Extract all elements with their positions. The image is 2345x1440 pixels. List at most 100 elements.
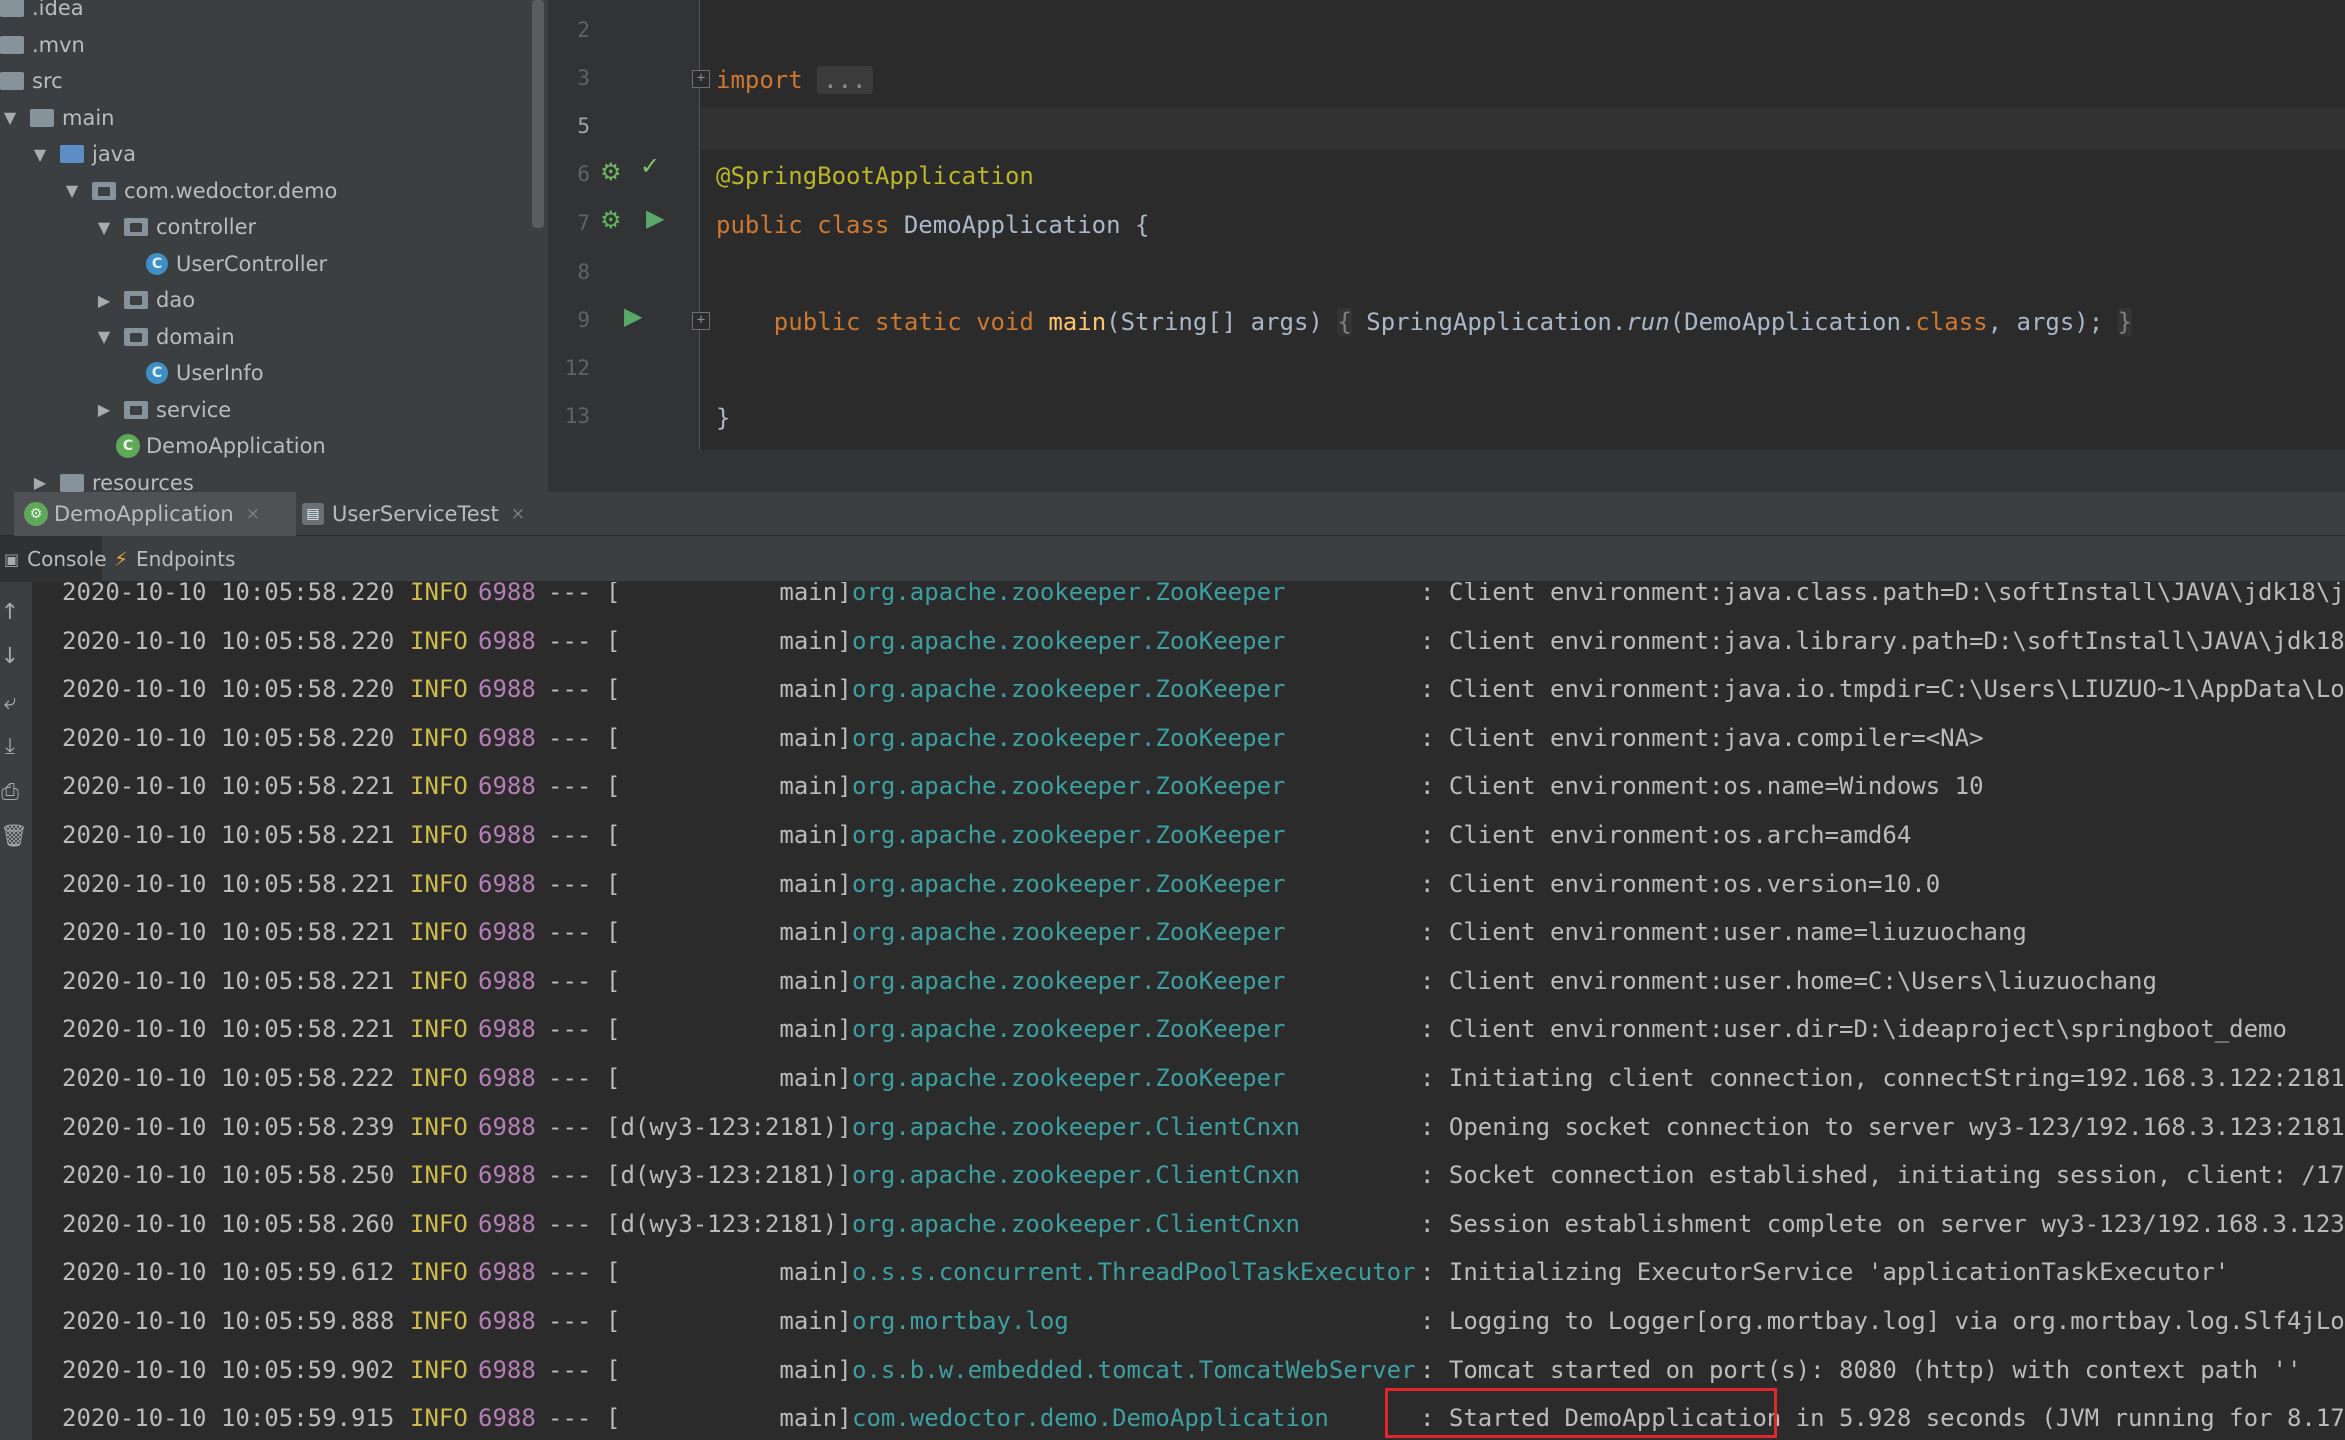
separator: ---: [548, 1161, 592, 1190]
timestamp: 2020-10-10 10:05:58.221: [62, 918, 395, 947]
tree-item[interactable]: ▼ domain: [94, 319, 235, 355]
tree-item[interactable]: ▼ controller: [94, 209, 256, 245]
logger-name: org.apache.zookeeper.ZooKeeper: [852, 821, 1286, 849]
tree-item-label: dao: [156, 288, 196, 312]
code-line-annotation[interactable]: @SpringBootApplication: [716, 158, 1034, 194]
line-number: 2: [577, 18, 590, 42]
chevron-down-icon[interactable]: ▼: [30, 145, 50, 164]
test-run-icon: ▤: [302, 503, 324, 525]
soft-wrap-icon[interactable]: ⤶: [0, 690, 20, 715]
chevron-right-icon[interactable]: ▶: [94, 291, 114, 310]
log-level: INFO: [410, 626, 468, 655]
log-level: INFO: [410, 1258, 468, 1287]
resources-folder-icon: [60, 473, 84, 492]
log-message: : Client environment:os.name=Windows 10: [1420, 772, 1984, 801]
line-number: 9: [577, 308, 590, 332]
tree-item[interactable]: C UserInfo: [146, 355, 264, 391]
trash-icon[interactable]: 🗑: [0, 824, 28, 849]
folder-icon: [0, 0, 24, 17]
tree-item[interactable]: C DemoApplication: [116, 428, 326, 464]
chevron-right-icon[interactable]: ▶: [94, 400, 114, 419]
process-id: 6988: [478, 626, 536, 655]
log-level: INFO: [410, 1209, 468, 1238]
tree-item[interactable]: ▼ main: [0, 100, 115, 136]
tab-console[interactable]: ▣ Console: [0, 536, 107, 582]
folded-imports[interactable]: ...: [817, 66, 873, 94]
folder-icon: [0, 72, 24, 90]
thread-name: [ main]: [606, 582, 852, 606]
separator: ---: [548, 1355, 592, 1384]
console-output[interactable]: 2020-10-10 10:05:58.220 INFO 6988 --- [ main…: [34, 582, 2345, 1440]
process-id: 6988: [478, 1258, 536, 1287]
logger-name: org.apache.zookeeper.ClientCnxn: [852, 1161, 1300, 1190]
tree-item[interactable]: .idea: [0, 0, 84, 26]
print-icon[interactable]: ⎙: [0, 780, 20, 805]
highlight-box: [1385, 1388, 1777, 1438]
package-icon: [124, 218, 148, 236]
tree-item-label: controller: [156, 215, 257, 239]
tab-endpoints[interactable]: ⚡ Endpoints: [110, 536, 260, 582]
code-line-class[interactable]: public class DemoApplication {: [716, 207, 1149, 243]
code-editor[interactable]: 2 3 5 6 7 8 9 12 13 ⚙ ✓ ⚙ ▶ ▶ + + import ... @Sp…: [548, 0, 2345, 492]
timestamp: 2020-10-10 10:05:58.260: [62, 1209, 395, 1238]
chevron-down-icon[interactable]: ▼: [94, 218, 114, 237]
chevron-down-icon[interactable]: ▼: [0, 108, 20, 127]
thread-name: [ main]: [606, 1064, 852, 1092]
timestamp: 2020-10-10 10:05:59.888: [62, 1307, 395, 1335]
spring-run-gutter-icon[interactable]: ⚙: [600, 208, 622, 232]
chevron-down-icon[interactable]: ▼: [62, 181, 82, 200]
close-icon[interactable]: ×: [511, 504, 525, 524]
fold-toggle-icon[interactable]: +: [692, 312, 710, 330]
log-message: : Socket connection established, initiat…: [1420, 1161, 2345, 1190]
logger-name: org.apache.zookeeper.ZooKeeper: [852, 1064, 1286, 1092]
log-message: : Opening socket connection to server wy…: [1420, 1112, 2345, 1141]
log-message: : Initializing ExecutorService 'applicat…: [1420, 1258, 2230, 1287]
logger-name: org.apache.zookeeper.ZooKeeper: [852, 918, 1286, 947]
code-line-import[interactable]: import ...: [716, 62, 873, 98]
log-level: INFO: [410, 1355, 468, 1384]
line-number: 6: [577, 162, 590, 186]
scroll-to-end-icon[interactable]: ⤓: [0, 734, 20, 759]
spring-class-icon: C: [116, 434, 140, 458]
body-close-brace: }: [2117, 308, 2133, 336]
separator: ---: [548, 821, 592, 849]
thread-name: [ main]: [606, 821, 852, 849]
tree-item[interactable]: ▼ com.wedoctor.demo: [62, 173, 338, 209]
tree-item[interactable]: ▶ resources: [30, 465, 194, 493]
spring-bean-icon[interactable]: ⚙: [600, 160, 622, 184]
tree-item[interactable]: src: [0, 63, 63, 99]
logger-name: org.apache.zookeeper.ClientCnxn: [852, 1209, 1300, 1238]
tree-item[interactable]: ▶ service: [94, 392, 231, 428]
chevron-down-icon[interactable]: ▼: [94, 327, 114, 346]
tab-label: Endpoints: [136, 547, 236, 571]
chevron-right-icon[interactable]: ▶: [30, 473, 50, 492]
class-name: DemoApplication {: [889, 211, 1150, 239]
code-line-class-close[interactable]: }: [716, 400, 730, 436]
tab-demo-application[interactable]: ⚙ DemoApplication ×: [14, 492, 296, 536]
thread-name: [d(wy3-123:2181)]: [606, 1161, 852, 1190]
separator: ---: [548, 723, 592, 752]
tree-item[interactable]: C UserController: [146, 246, 327, 282]
thread-name: [ main]: [606, 918, 852, 947]
fold-toggle-icon[interactable]: +: [692, 70, 710, 88]
timestamp: 2020-10-10 10:05:58.222: [62, 1064, 395, 1092]
log-level: INFO: [410, 1064, 468, 1092]
down-arrow-icon[interactable]: ↓: [0, 644, 20, 669]
run-class-icon[interactable]: ▶: [646, 206, 664, 230]
tree-item[interactable]: ▼ java: [30, 136, 136, 172]
tree-item[interactable]: ▶ dao: [94, 282, 195, 318]
body-call: SpringApplication.: [1351, 308, 1627, 336]
line-number: 13: [564, 404, 590, 428]
editor-bottom-strip: [548, 450, 2345, 492]
scrollbar[interactable]: [532, 0, 544, 228]
close-icon[interactable]: ×: [246, 504, 260, 524]
up-arrow-icon[interactable]: ↑: [0, 600, 20, 625]
folder-icon: [0, 35, 24, 54]
process-id: 6988: [478, 821, 536, 849]
run-main-icon[interactable]: ▶: [624, 304, 642, 328]
tab-user-service-test[interactable]: ▤ UserServiceTest ×: [296, 492, 546, 536]
spring-boot-icon[interactable]: ✓: [640, 154, 660, 178]
logger-name: org.apache.zookeeper.ZooKeeper: [852, 675, 1286, 704]
tree-item[interactable]: .mvn: [0, 27, 85, 63]
code-line-main[interactable]: public static void main(String[] args) {…: [716, 304, 2133, 340]
